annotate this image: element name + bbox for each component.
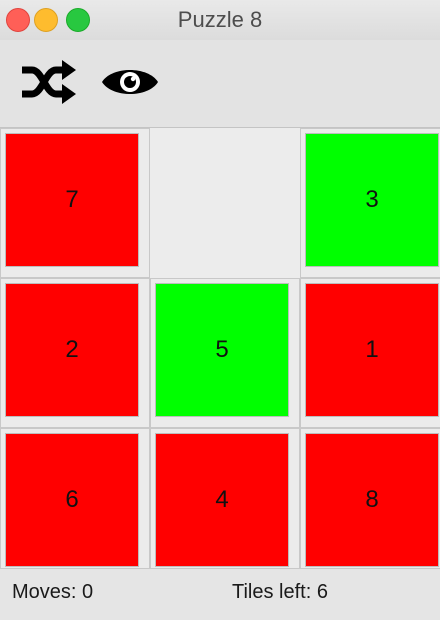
puzzle-tile-1[interactable]: 1	[305, 283, 439, 417]
title-bar[interactable]: Puzzle 8	[0, 0, 440, 40]
puzzle-tile-8[interactable]: 8	[305, 433, 439, 567]
tile-number: 6	[65, 486, 79, 513]
eye-icon	[102, 70, 158, 94]
board-cell: 3	[300, 128, 440, 278]
tile-number: 2	[65, 336, 79, 363]
close-window-button[interactable]	[6, 8, 30, 32]
puzzle-tile-4[interactable]: 4	[155, 433, 289, 567]
board-cell: 6	[0, 428, 150, 578]
tile-number: 1	[365, 336, 379, 363]
tile-number: 5	[215, 336, 229, 363]
zoom-window-button[interactable]	[66, 8, 90, 32]
shuffle-button[interactable]	[16, 56, 80, 108]
reveal-button[interactable]	[98, 56, 162, 108]
puzzle-board: 7 3 2 5 1 6 4 8	[0, 128, 440, 578]
board-cell: 7	[0, 128, 150, 278]
board-cell: 4	[150, 428, 300, 578]
status-bar: Moves: 0 Tiles left: 6	[0, 568, 440, 620]
puzzle-tile-5[interactable]: 5	[155, 283, 289, 417]
puzzle-window: Puzzle 8 7 3 2 5 1 6 4 8 Moves: 0 Tiles …	[0, 0, 440, 620]
tile-number: 8	[365, 486, 379, 513]
minimize-window-button[interactable]	[34, 8, 58, 32]
puzzle-tile-7[interactable]: 7	[5, 133, 139, 267]
puzzle-tile-6[interactable]: 6	[5, 433, 139, 567]
shuffle-icon	[22, 60, 76, 104]
board-cell: 2	[0, 278, 150, 428]
empty-slot	[150, 128, 300, 278]
board-cell: 5	[150, 278, 300, 428]
toolbar	[0, 40, 440, 128]
moves-counter: Moves: 0	[12, 581, 94, 603]
tile-number: 3	[365, 186, 379, 213]
board-cell: 1	[300, 278, 440, 428]
tile-number: 4	[215, 486, 229, 513]
tiles-left-counter: Tiles left: 6	[232, 581, 328, 603]
board-cell: 8	[300, 428, 440, 578]
puzzle-tile-3[interactable]: 3	[305, 133, 439, 267]
puzzle-tile-2[interactable]: 2	[5, 283, 139, 417]
tile-number: 7	[65, 186, 79, 213]
